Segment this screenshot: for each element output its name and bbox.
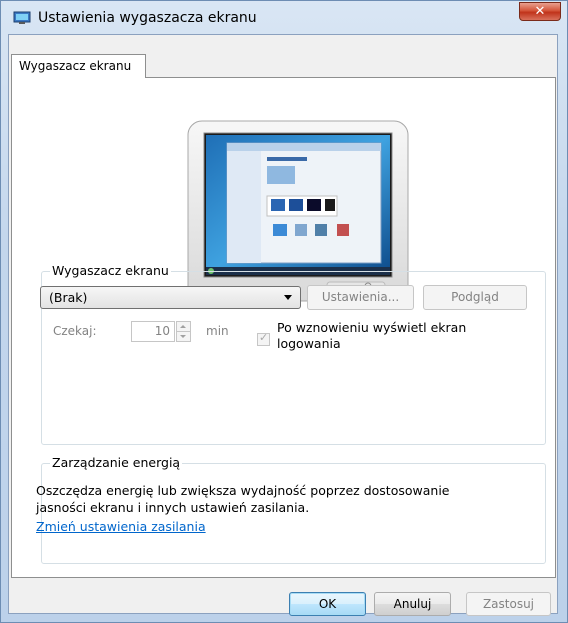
resume-logon-label-line1: Po wznowieniu wyświetl ekran	[277, 320, 467, 335]
cancel-button[interactable]: Anuluj	[374, 592, 451, 616]
apply-button[interactable]: Zastosuj	[466, 592, 551, 616]
wait-value: 10	[154, 324, 170, 338]
power-description-line1: Oszczędza energię lub zwiększa wydajność…	[36, 483, 450, 498]
title-bar[interactable]: Ustawienia wygaszacza ekranu ✕	[1, 1, 567, 35]
screensaver-monitor-icon	[13, 11, 31, 24]
spin-up-button[interactable]	[177, 322, 190, 332]
close-icon: ✕	[534, 4, 546, 19]
tab-screensaver[interactable]: Wygaszacz ekranu	[11, 54, 146, 78]
chevron-down-icon	[284, 295, 292, 300]
power-description: Oszczędza energię lub zwiększa wydajność…	[36, 482, 506, 516]
preview-button[interactable]: Podgląd	[423, 285, 527, 310]
screensaver-selected-value: (Brak)	[49, 290, 88, 305]
arrow-up-icon	[180, 325, 186, 328]
change-power-settings-link[interactable]: Zmień ustawienia zasilania	[36, 519, 206, 534]
wait-minutes-input[interactable]: 10	[131, 321, 175, 342]
power-group-title: Zarządzanie energią	[50, 455, 183, 470]
ok-button[interactable]: OK	[289, 592, 366, 616]
screensaver-group-title: Wygaszacz ekranu	[50, 263, 171, 278]
wait-unit-label: min	[206, 324, 229, 338]
tab-label: Wygaszacz ekranu	[19, 59, 132, 73]
check-icon: ✓	[259, 331, 269, 344]
window-title: Ustawienia wygaszacza ekranu	[38, 10, 257, 26]
arrow-down-icon	[180, 335, 186, 338]
screensaver-dropdown[interactable]: (Brak)	[40, 286, 301, 309]
resume-logon-checkbox[interactable]: ✓	[257, 331, 270, 346]
settings-button[interactable]: Ustawienia...	[307, 285, 414, 310]
resume-logon-label-line2: logowania	[277, 336, 341, 351]
wait-spinner[interactable]	[176, 321, 191, 342]
spin-down-button[interactable]	[177, 332, 190, 341]
close-button[interactable]: ✕	[519, 2, 561, 21]
wait-label: Czekaj:	[53, 324, 97, 338]
power-description-line2: jasności ekranu i innych ustawień zasila…	[36, 500, 310, 515]
